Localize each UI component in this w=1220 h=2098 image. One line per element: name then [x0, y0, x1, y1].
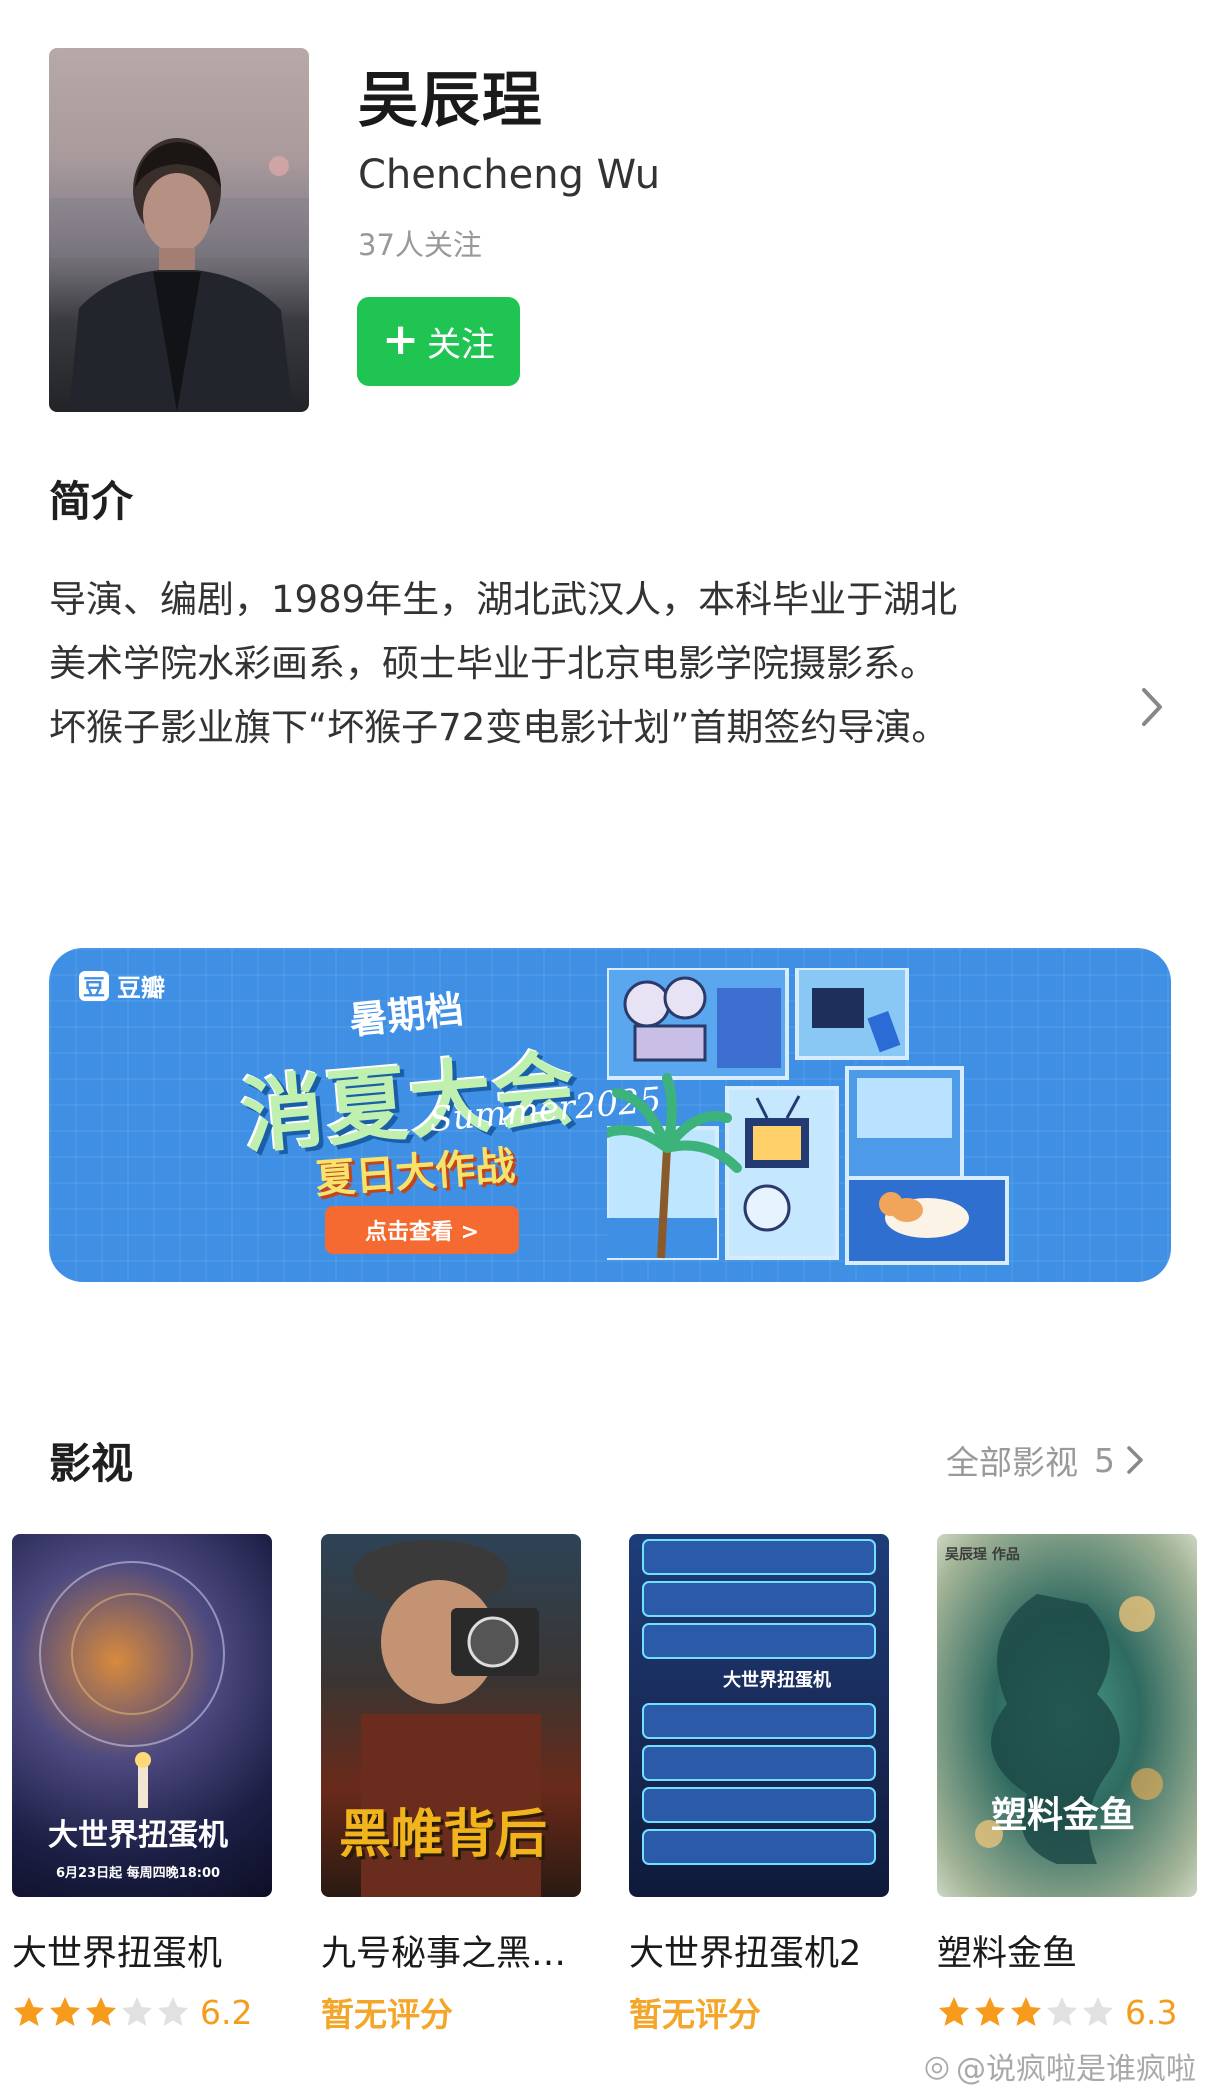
intro-line: 美术学院水彩画系，硕士毕业于北京电影学院摄影系。: [49, 642, 937, 685]
rating-score: 6.2: [200, 1992, 253, 2032]
rating-score: 6.3: [1125, 1992, 1178, 2032]
douban-icon: 豆: [79, 970, 109, 1001]
star-filled-icon: [86, 1997, 116, 2026]
avatar: [49, 48, 309, 412]
film-title: 大世界扭蛋机: [12, 1934, 223, 1974]
star-empty-icon: [158, 1997, 188, 2026]
poster-caption: 塑料金鱼: [991, 1795, 1136, 1836]
follow-button-label: 关注: [426, 325, 495, 365]
star-filled-icon: [975, 1997, 1005, 2026]
chevron-right-icon: [1127, 1446, 1143, 1474]
star-filled-icon: [1011, 1997, 1041, 2026]
star-filled-icon: [14, 1997, 44, 2026]
film-poster[interactable]: 吴辰珵 作品 塑料金鱼: [937, 1534, 1197, 1897]
plus-icon: +: [382, 313, 419, 365]
banner-illustration: [592, 966, 1057, 1268]
all-films-count: 5: [1094, 1440, 1115, 1480]
poster-caption: 大世界扭蛋机: [723, 1670, 831, 1691]
intro-heading: 简介: [49, 477, 134, 526]
person-name-en: Chencheng Wu: [358, 152, 661, 198]
person-name: 吴辰珵: [358, 66, 544, 136]
film-title: 大世界扭蛋机2: [629, 1934, 862, 1974]
poster-caption: 黑帷背后: [339, 1805, 548, 1865]
all-films-link[interactable]: 全部影视 5: [946, 1436, 1145, 1484]
banner-subtitle: 夏日大作战: [313, 1143, 517, 1203]
star-filled-icon: [939, 1997, 969, 2026]
no-rating-label: 暂无评分: [629, 1995, 761, 2034]
chevron-right-icon[interactable]: [1138, 682, 1168, 732]
film-card[interactable]: 大世界扭蛋机 6月23日起 每周四晚18:00 大世界扭蛋机 6.2: [12, 1534, 272, 2034]
film-card[interactable]: 大世界扭蛋机 大世界扭蛋机2 暂无评分: [629, 1534, 889, 2034]
film-rating: 暂无评分: [321, 1990, 581, 2034]
rating-stars: [12, 1995, 190, 2029]
film-card[interactable]: 黑帷背后 九号秘事之黑… 暂无评分: [321, 1534, 581, 2034]
weibo-icon: ◎: [923, 2048, 950, 2084]
intro-text[interactable]: 导演、编剧，1989年生，湖北武汉人，本科毕业于湖北 美术学院水彩画系，硕士毕业…: [49, 568, 1059, 760]
film-poster[interactable]: 黑帷背后: [321, 1534, 581, 1897]
promo-banner[interactable]: 豆 豆瓣 暑期档 消夏大会 Summer2025 夏日大作战 点击查看 >: [49, 948, 1171, 1282]
watermark: ◎ @说疯啦是谁疯啦: [923, 2048, 1196, 2088]
douban-logo: 豆 豆瓣: [79, 968, 165, 1003]
intro-line: 坏猴子影业旗下“坏猴子72变电影计划”首期签约导演。: [49, 706, 949, 749]
film-rating: 6.2: [12, 1990, 272, 2034]
star-empty-icon: [122, 1997, 152, 2026]
star-empty-icon: [1083, 1997, 1113, 2026]
rating-stars: [937, 1995, 1115, 2029]
film-rating: 6.3: [937, 1990, 1197, 2034]
poster-subcaption: 6月23日起 每周四晚18:00: [56, 1866, 221, 1881]
star-empty-icon: [1047, 1997, 1077, 2026]
film-card[interactable]: 吴辰珵 作品 塑料金鱼 塑料金鱼 6.3: [937, 1534, 1197, 2034]
all-films-label: 全部影视: [946, 1443, 1078, 1482]
no-rating-label: 暂无评分: [321, 1995, 453, 2034]
film-poster[interactable]: 大世界扭蛋机: [629, 1534, 889, 1897]
film-rating: 暂无评分: [629, 1990, 889, 2034]
poster-caption: 大世界扭蛋机: [48, 1818, 228, 1853]
follow-button[interactable]: + 关注: [357, 297, 520, 386]
star-filled-icon: [50, 1997, 80, 2026]
banner-cta-button[interactable]: 点击查看 >: [325, 1206, 519, 1254]
film-poster[interactable]: 大世界扭蛋机 6月23日起 每周四晚18:00: [12, 1534, 272, 1897]
film-title: 塑料金鱼: [937, 1934, 1078, 1974]
follower-count: 37人关注: [358, 228, 482, 262]
intro-line: 导演、编剧，1989年生，湖北武汉人，本科毕业于湖北: [49, 578, 958, 621]
films-heading: 影视: [49, 1439, 134, 1488]
film-title: 九号秘事之黑…: [321, 1934, 567, 1974]
poster-subcaption: 吴辰珵 作品: [945, 1547, 1020, 1563]
